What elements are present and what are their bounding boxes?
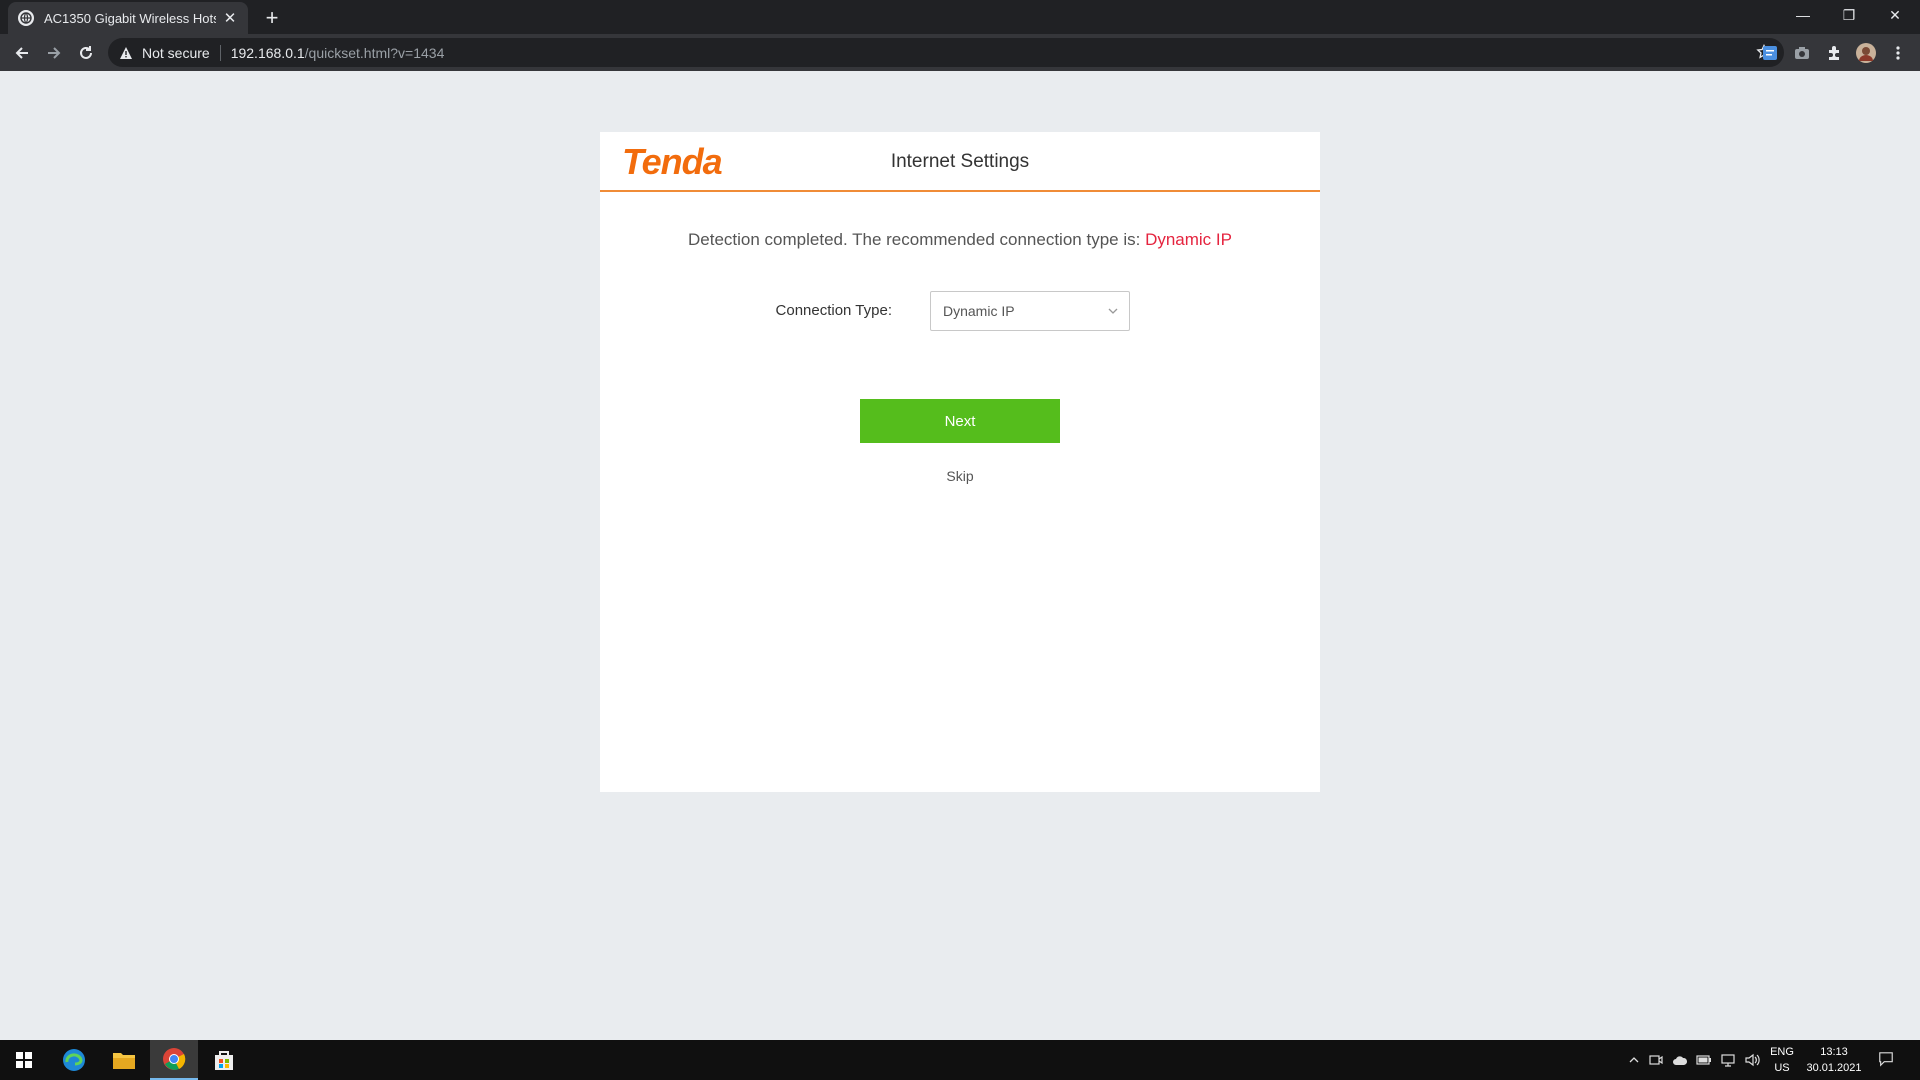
chevron-up-icon[interactable] bbox=[1626, 1052, 1642, 1068]
connection-type-label: Connection Type: bbox=[775, 302, 892, 319]
taskbar: ENG US 13:13 30.01.2021 bbox=[0, 1040, 1920, 1080]
browser-tab-strip: AC1350 Gigabit Wireless Hotspot ✕ + — ❐ … bbox=[0, 0, 1920, 34]
tab-close-icon[interactable]: ✕ bbox=[222, 10, 238, 27]
restore-button[interactable]: ❐ bbox=[1826, 0, 1872, 30]
page-title: Internet Settings bbox=[890, 151, 1030, 172]
browser-tab[interactable]: AC1350 Gigabit Wireless Hotspot ✕ bbox=[8, 2, 248, 34]
meet-now-icon[interactable] bbox=[1648, 1052, 1664, 1068]
volume-icon[interactable] bbox=[1744, 1052, 1760, 1068]
url-host: 192.168.0.1 bbox=[230, 44, 305, 61]
detection-text: Detection completed. The recommended con… bbox=[688, 230, 1141, 249]
url-path: /quickset.html?v=1434 bbox=[304, 44, 445, 61]
forward-arrow-icon bbox=[48, 47, 61, 59]
card-header: Tenda Internet Settings bbox=[600, 132, 1320, 192]
back-arrow-icon bbox=[15, 47, 28, 59]
security-label[interactable]: Not secure bbox=[142, 45, 210, 61]
minimize-button[interactable]: — bbox=[1780, 0, 1826, 30]
network-icon[interactable] bbox=[1720, 1052, 1736, 1068]
connection-type-select[interactable]: Dynamic IP bbox=[930, 291, 1130, 331]
next-button[interactable]: Next bbox=[860, 399, 1060, 443]
globe-icon bbox=[18, 10, 34, 26]
clock-date: 30.01.2021 bbox=[1806, 1062, 1862, 1074]
avatar[interactable] bbox=[1856, 43, 1876, 63]
warning-icon[interactable] bbox=[118, 45, 134, 61]
address-bar[interactable]: Not secure 192.168.0.1 /quickset.html?v=… bbox=[108, 38, 1784, 67]
reload-button[interactable] bbox=[72, 39, 100, 67]
reload-icon bbox=[80, 46, 92, 59]
battery-icon[interactable] bbox=[1696, 1052, 1712, 1068]
notifications-icon[interactable] bbox=[1878, 1051, 1894, 1067]
back-button[interactable] bbox=[8, 39, 36, 67]
quickset-card: Tenda Internet Settings Detection comple… bbox=[600, 132, 1320, 792]
clock-time: 13:13 bbox=[1820, 1046, 1848, 1058]
browser-menu-icon[interactable] bbox=[1888, 43, 1908, 63]
close-window-button[interactable]: ✕ bbox=[1872, 0, 1918, 30]
detection-message: Detection completed. The recommended con… bbox=[600, 230, 1320, 250]
clock[interactable]: 13:13 30.01.2021 bbox=[1800, 1044, 1868, 1076]
detection-value: Dynamic IP bbox=[1145, 230, 1232, 249]
omnibox-divider bbox=[219, 44, 221, 61]
skip-link[interactable]: Skip bbox=[600, 468, 1320, 484]
input-language-indicator[interactable]: ENG US bbox=[1766, 1044, 1798, 1076]
chrome-taskbar-icon[interactable] bbox=[150, 1040, 198, 1080]
language-region: US bbox=[1774, 1062, 1790, 1074]
new-tab-button[interactable]: + bbox=[258, 4, 286, 32]
file-explorer-taskbar-icon[interactable] bbox=[100, 1040, 148, 1080]
extensions-puzzle-icon[interactable] bbox=[1824, 43, 1844, 63]
camera-icon[interactable] bbox=[1792, 43, 1812, 63]
windows-start-button[interactable] bbox=[0, 1040, 48, 1080]
language-code: ENG bbox=[1770, 1046, 1794, 1058]
edge-taskbar-icon[interactable] bbox=[50, 1040, 98, 1080]
extension-translate-icon[interactable] bbox=[1760, 43, 1780, 63]
store-taskbar-icon[interactable] bbox=[200, 1040, 248, 1080]
forward-button[interactable] bbox=[40, 39, 68, 67]
onedrive-cloud-icon[interactable] bbox=[1672, 1052, 1688, 1068]
connection-type-value: Dynamic IP bbox=[943, 303, 1015, 319]
chevron-down-icon bbox=[1108, 308, 1118, 314]
tab-title: AC1350 Gigabit Wireless Hotspot bbox=[44, 10, 216, 26]
windows-logo-icon bbox=[16, 1052, 32, 1068]
browser-toolbar: Not secure 192.168.0.1 /quickset.html?v=… bbox=[0, 34, 1920, 71]
